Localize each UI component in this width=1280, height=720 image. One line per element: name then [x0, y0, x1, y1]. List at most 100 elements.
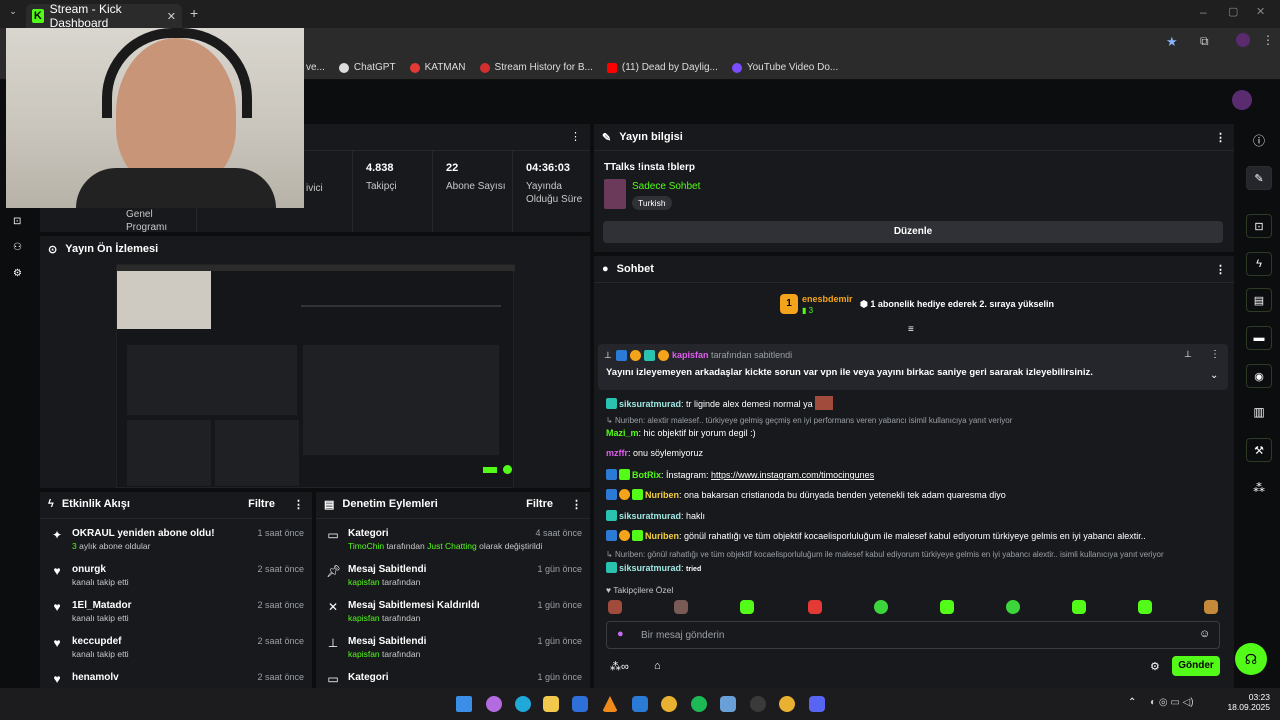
clock-time: 03:23 [1248, 692, 1270, 702]
chrome-icon[interactable] [661, 696, 677, 712]
layout-icon[interactable]: ▥ [1246, 400, 1272, 424]
heart-icon: ♥ [53, 564, 61, 578]
emote-section-label: ♥ Takipçilere Özel [606, 585, 674, 595]
close-window-button[interactable]: ✕ [1256, 5, 1265, 18]
edge-icon[interactable] [515, 696, 531, 712]
emote-button[interactable] [1204, 600, 1218, 614]
copilot-icon[interactable] [486, 696, 502, 712]
windows-start-icon[interactable] [456, 696, 472, 712]
chat-icon[interactable]: ▬ [1246, 326, 1272, 350]
info-icon[interactable]: ⓘ [1246, 128, 1272, 152]
emote-button[interactable] [1006, 600, 1020, 614]
activity-menu-icon[interactable]: ⋮ [293, 498, 304, 511]
sub-badge-icon [644, 350, 655, 361]
emote-button[interactable] [1138, 600, 1152, 614]
spotify-icon[interactable] [691, 696, 707, 712]
send-button[interactable]: Gönder [1172, 656, 1220, 676]
browser-tabbar: ⌄ K Stream - Kick Dashboard ✕ + – ▢ ✕ [0, 0, 1280, 30]
emote-button[interactable] [940, 600, 954, 614]
emote-button[interactable] [608, 600, 622, 614]
emote-button[interactable] [874, 600, 888, 614]
emoji-icon[interactable]: ☺ [1199, 628, 1210, 640]
bookmark-item[interactable]: ve... [306, 62, 325, 73]
store-icon[interactable]: ⌂ [654, 660, 661, 672]
moderation-filter-button[interactable]: Filtre [526, 498, 553, 510]
stats-menu-icon[interactable]: ⋮ [570, 130, 581, 143]
new-tab-button[interactable]: + [190, 5, 198, 21]
chat-reply: ↳ Nuriben: alextir malesef.. türkiyeye g… [606, 416, 1013, 425]
users-icon[interactable]: ⚇ [13, 242, 22, 253]
app-icon[interactable] [632, 696, 648, 712]
bookmark-item[interactable]: Stream History for B... [479, 62, 593, 73]
maximize-button[interactable]: ▢ [1228, 5, 1238, 18]
unpin-icon: ✕ [327, 600, 339, 614]
points-icon[interactable]: ⁂ [1246, 476, 1272, 500]
gift-count: ▮ 3 [802, 306, 814, 315]
discord-icon[interactable] [809, 696, 825, 712]
clipboard-icon[interactable]: ▤ [1246, 288, 1272, 312]
close-tab-icon[interactable]: ✕ [167, 10, 176, 23]
bookmark-item[interactable]: (11) Dead by Daylig... [606, 62, 718, 73]
bolt-icon[interactable]: ϟ [1246, 252, 1272, 276]
stream-category[interactable]: Sadece Sohbet [632, 181, 700, 192]
browser-tab[interactable]: K Stream - Kick Dashboard ✕ [26, 2, 182, 30]
chevron-down-icon[interactable]: ⌄ [1210, 370, 1218, 381]
profile-avatar[interactable] [1236, 33, 1250, 47]
category-thumbnail [604, 179, 626, 209]
browser-menu-icon[interactable]: ⋮ [1262, 33, 1274, 47]
chat-settings-icon[interactable]: ⚙ [1150, 660, 1160, 673]
emote-button[interactable] [808, 600, 822, 614]
screen-icon[interactable]: ⊡ [1246, 214, 1272, 238]
chat-menu-icon[interactable]: ⋮ [1215, 263, 1226, 276]
activity-filter-button[interactable]: Filtre [248, 498, 275, 510]
stream-info-menu-icon[interactable]: ⋮ [1215, 131, 1226, 144]
chrome-icon[interactable] [779, 696, 795, 712]
emote-button[interactable] [740, 600, 754, 614]
store-app-icon[interactable] [572, 696, 588, 712]
emote-button[interactable] [1072, 600, 1086, 614]
activity-item: ♥ keccupdef kanalı takip etti 2 saat önc… [40, 636, 312, 672]
screen-icon[interactable]: ⊡ [13, 216, 21, 227]
moderation-item: ▭ Kategori 1 gün önce [327, 672, 582, 686]
edit-icon[interactable]: ✎ [1246, 166, 1272, 190]
webcam-shirt [76, 168, 276, 208]
sub-badge-icon [606, 398, 617, 409]
settings-icon[interactable]: ⚙ [13, 268, 22, 279]
chat-input[interactable]: ● Bir mesaj gönderin ☺ [606, 621, 1220, 649]
obs-icon[interactable] [750, 696, 766, 712]
app-icon[interactable] [720, 696, 736, 712]
bookmark-star-icon[interactable]: ★ [1166, 34, 1178, 50]
instagram-link[interactable]: https://www.instagram.com/timocingunes [711, 470, 874, 480]
moderation-item: ⊥ Mesaj Sabitlendi kapisfan tarafından 1… [327, 636, 582, 659]
chat-collapse-icon[interactable]: ≡ [908, 324, 914, 335]
wrench-icon[interactable]: ⚒ [1246, 438, 1272, 462]
points-icon[interactable]: ⁂∞ [610, 660, 629, 673]
chat-input-placeholder: Bir mesaj gönderin [641, 630, 725, 641]
extensions-icon[interactable]: ⧉ [1200, 34, 1209, 49]
tray-chevron-icon[interactable]: ⌃ [1128, 697, 1136, 708]
pinned-menu-icon[interactable]: ⋮ [1210, 349, 1220, 360]
preview-video[interactable] [116, 264, 515, 488]
broadcast-icon[interactable]: ◉ [1246, 364, 1272, 388]
edit-button[interactable]: Düzenle [603, 221, 1223, 243]
chat-bubble-icon: ● [602, 263, 609, 275]
clock-date: 18.09.2025 [1227, 702, 1270, 712]
mod-badge-icon [606, 489, 617, 500]
tray-icons[interactable]: ◐ ◎ ▭ ◁) [1150, 697, 1194, 708]
support-button[interactable]: ☊ [1235, 643, 1267, 675]
minimize-button[interactable]: – [1200, 5, 1207, 19]
unpin-button[interactable]: ⊥ [1184, 349, 1192, 360]
stat-label-partial-2: Genel Programı [126, 209, 168, 233]
file-explorer-icon[interactable] [543, 696, 559, 712]
moderation-menu-icon[interactable]: ⋮ [571, 498, 582, 511]
bookmark-item[interactable]: ChatGPT [338, 62, 396, 73]
pin-icon: ⊥ [604, 350, 612, 360]
user-avatar[interactable] [1232, 90, 1252, 110]
clipboard-icon: ▤ [324, 498, 335, 511]
clock[interactable]: 03:23 18.09.2025 [1224, 692, 1270, 712]
bookmark-item[interactable]: KATMAN [409, 62, 466, 73]
emote-button[interactable] [674, 600, 688, 614]
mic-icon[interactable]: ● [617, 628, 624, 640]
tab-menu-button[interactable]: ⌄ [6, 6, 20, 20]
bookmark-item[interactable]: YouTube Video Do... [731, 62, 838, 73]
